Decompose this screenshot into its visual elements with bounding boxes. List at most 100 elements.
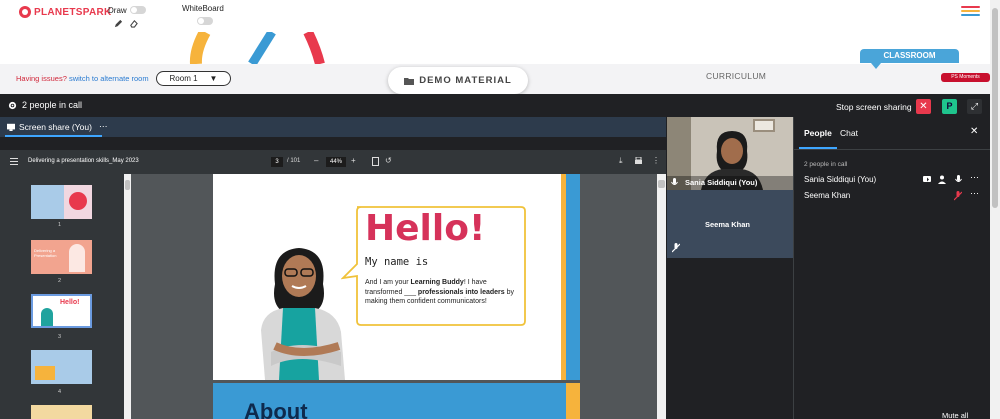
classroom-pointer bbox=[871, 63, 881, 69]
participant-badge[interactable]: P bbox=[942, 99, 957, 114]
mute-all-button[interactable]: Mute all bbox=[942, 411, 968, 419]
person-name: Sania Siddiqui (You) bbox=[804, 175, 877, 184]
ps-moments-button[interactable]: PS Moments bbox=[941, 73, 990, 82]
tab-chat[interactable]: Chat bbox=[840, 128, 858, 138]
demo-material-label: DEMO MATERIAL bbox=[419, 75, 512, 86]
thumbnail-number: 4 bbox=[58, 389, 62, 395]
thumbnail-2-title: Delivering a Presentation bbox=[34, 248, 57, 258]
fit-page-icon[interactable] bbox=[372, 157, 379, 166]
slide-name-line: My name is bbox=[365, 256, 429, 268]
thumbnail-page-4[interactable] bbox=[31, 350, 92, 384]
microphone-icon bbox=[671, 178, 678, 185]
draw-label: Draw bbox=[108, 6, 127, 15]
tab-people[interactable]: People bbox=[804, 128, 832, 138]
top-bar: PLANETSPARK Draw WhiteBoard bbox=[0, 0, 990, 32]
page-scrollbar[interactable] bbox=[990, 0, 1000, 419]
close-panel-icon[interactable]: ✕ bbox=[970, 126, 978, 137]
more-options-icon[interactable]: ⋯ bbox=[99, 121, 108, 132]
panel-divider bbox=[794, 149, 991, 150]
zoom-out-icon[interactable]: – bbox=[314, 156, 318, 165]
pdf-zoom-input[interactable]: 44% bbox=[326, 157, 346, 167]
slide-stripe-blue bbox=[566, 174, 580, 380]
fullscreen-icon[interactable]: ⤢ bbox=[967, 99, 982, 114]
decorative-arcs bbox=[189, 32, 325, 64]
person-row[interactable]: Seema Khan ⋯ bbox=[794, 188, 991, 203]
logo-mark-icon bbox=[19, 6, 31, 18]
ps-moments-label: PS Moments bbox=[951, 74, 980, 80]
tile-participant-name: Seema Khan bbox=[705, 220, 751, 229]
stop-sharing-label: Stop screen sharing bbox=[836, 102, 912, 112]
microphone-icon[interactable] bbox=[955, 175, 962, 185]
active-tab-indicator bbox=[5, 135, 102, 137]
screen-share-icon bbox=[7, 123, 15, 131]
eraser-icon[interactable] bbox=[129, 19, 138, 28]
thumbnail-number: 2 bbox=[58, 278, 62, 284]
slide-body-bold-1: Learning Buddy bbox=[410, 279, 464, 286]
slide-body-prefix: And I am your bbox=[365, 279, 411, 286]
pdf-scrollbar[interactable] bbox=[657, 174, 666, 419]
stop-sharing-button[interactable]: ✕ bbox=[916, 99, 931, 114]
thumbnail-number: 1 bbox=[58, 222, 62, 228]
thumbnail-page-2[interactable]: Delivering a Presentation bbox=[31, 240, 92, 274]
curriculum-tab[interactable]: CURRICULUM bbox=[706, 71, 766, 81]
panel-count-label: 2 people in call bbox=[804, 161, 848, 168]
folder-icon bbox=[404, 77, 415, 85]
caret-down-icon: ▼ bbox=[209, 74, 218, 83]
people-in-call-text: 2 people in call bbox=[22, 100, 83, 110]
pdf-more-icon[interactable]: ⋮ bbox=[652, 156, 660, 165]
rotate-icon[interactable]: ↺ bbox=[385, 156, 392, 165]
slide-about-title: About bbox=[244, 399, 308, 419]
download-icon[interactable]: ⤓ bbox=[619, 156, 623, 166]
thumbnail-number: 3 bbox=[58, 334, 62, 340]
tile-self-name: Sania Siddiqui (You) bbox=[685, 178, 758, 187]
call-status: 2 people in call bbox=[8, 100, 82, 110]
thumbnail-page-1[interactable] bbox=[31, 185, 92, 219]
logo-text: PLANETSPARK bbox=[34, 6, 112, 18]
whiteboard-toggle[interactable] bbox=[197, 17, 213, 25]
thumbnail-page-3[interactable]: Hello! bbox=[31, 294, 92, 328]
video-tile-self[interactable]: Sania Siddiqui (You) bbox=[667, 117, 793, 190]
slide-4-stripe bbox=[566, 383, 580, 419]
person-row[interactable]: Sania Siddiqui (You) ⋯ bbox=[794, 172, 991, 187]
pdf-total-pages: / 101 bbox=[287, 158, 301, 164]
planetspark-logo[interactable]: PLANETSPARK bbox=[19, 6, 112, 18]
decorative-background bbox=[0, 32, 990, 64]
person-name: Seema Khan bbox=[804, 191, 851, 200]
screen-share-label: Screen share (You) bbox=[19, 121, 92, 132]
people-panel: People Chat ✕ 2 people in call Sania Sid… bbox=[793, 117, 991, 419]
print-icon[interactable] bbox=[634, 157, 643, 166]
slide-body-bold-2: professionals into leaders bbox=[417, 288, 505, 296]
pin-person-icon[interactable] bbox=[938, 175, 947, 184]
pdf-file-name: Delivering a presentation skills_May 202… bbox=[28, 158, 139, 164]
thumbnail-scrollbar[interactable] bbox=[124, 174, 131, 419]
menu-icon[interactable] bbox=[961, 6, 980, 18]
issue-text: Having issues? bbox=[16, 74, 67, 83]
screen-share-tab[interactable]: Screen share (You) ⋯ bbox=[7, 121, 107, 132]
slide-page-3: Hello! My name is And I am your Learning… bbox=[213, 174, 580, 380]
pencil-icon[interactable] bbox=[114, 19, 123, 28]
room-select[interactable]: Room 1 ▼ bbox=[156, 71, 231, 86]
screen-present-icon bbox=[923, 176, 931, 182]
person-more-icon[interactable]: ⋯ bbox=[970, 172, 979, 183]
classroom-tab[interactable]: CLASSROOM bbox=[860, 49, 959, 63]
draw-toggle[interactable] bbox=[130, 6, 146, 14]
thumbnail-3-title: Hello! bbox=[60, 299, 80, 306]
mic-muted-icon[interactable] bbox=[954, 191, 962, 201]
pdf-page-input[interactable]: 3 bbox=[271, 157, 283, 167]
settings-gear-icon[interactable] bbox=[8, 101, 17, 110]
video-tile-participant[interactable]: Seema Khan bbox=[667, 190, 793, 258]
demo-material-button[interactable]: DEMO MATERIAL bbox=[388, 67, 528, 94]
room-value: Room 1 bbox=[169, 74, 198, 83]
pdf-menu-icon[interactable] bbox=[10, 158, 18, 165]
alternate-room-link[interactable]: switch to alternate room bbox=[69, 74, 149, 83]
whiteboard-label: WhiteBoard bbox=[182, 4, 224, 13]
zoom-in-icon[interactable]: + bbox=[351, 156, 356, 165]
thumbnail-page-5[interactable] bbox=[31, 405, 92, 419]
video-column-empty bbox=[667, 258, 793, 419]
issue-notice: Having issues? switch to alternate room bbox=[16, 74, 149, 83]
mic-off-icon bbox=[672, 243, 680, 253]
slide-page-4: About bbox=[213, 383, 580, 419]
slide-body-text: And I am your Learning Buddy! I have tra… bbox=[365, 278, 521, 307]
person-more-icon[interactable]: ⋯ bbox=[970, 188, 979, 199]
slide-hello-title: Hello! bbox=[365, 208, 486, 249]
